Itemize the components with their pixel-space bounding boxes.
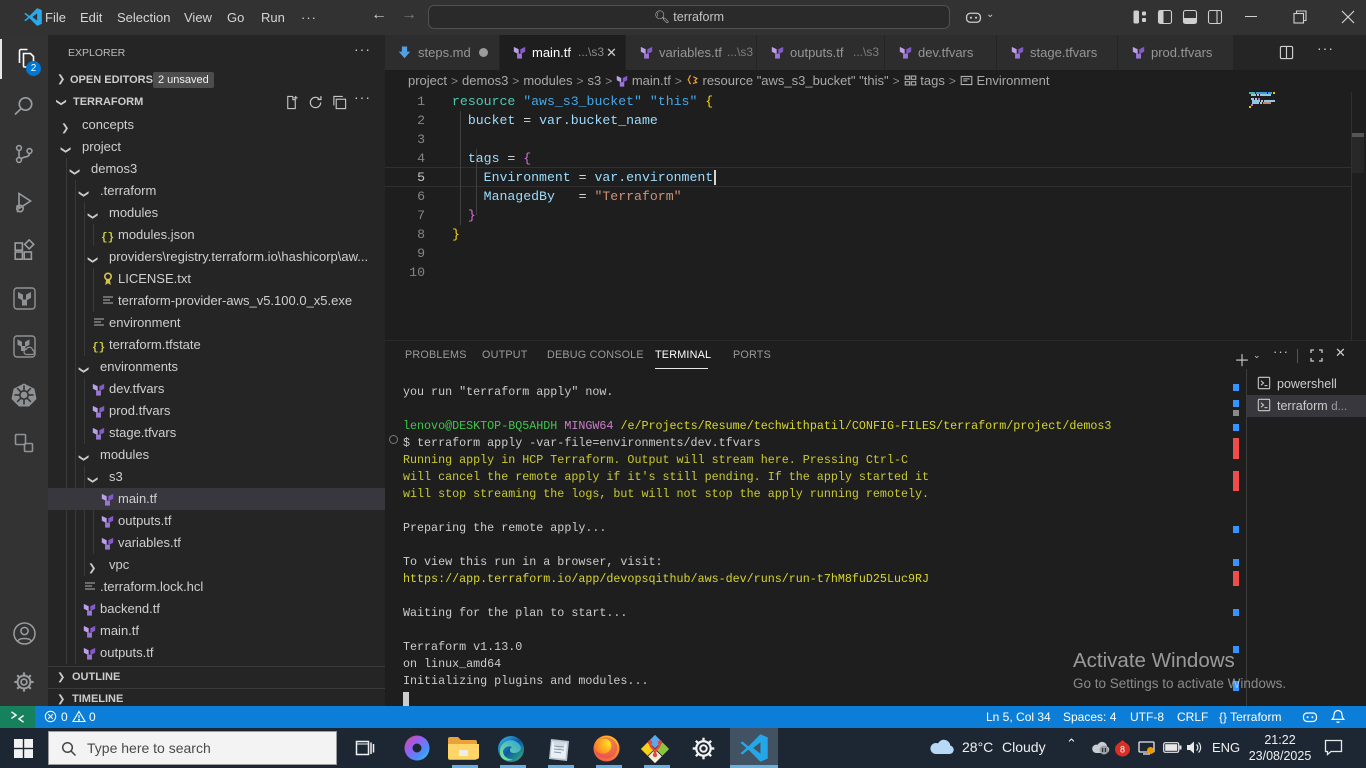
svg-text:8: 8: [1120, 745, 1125, 755]
